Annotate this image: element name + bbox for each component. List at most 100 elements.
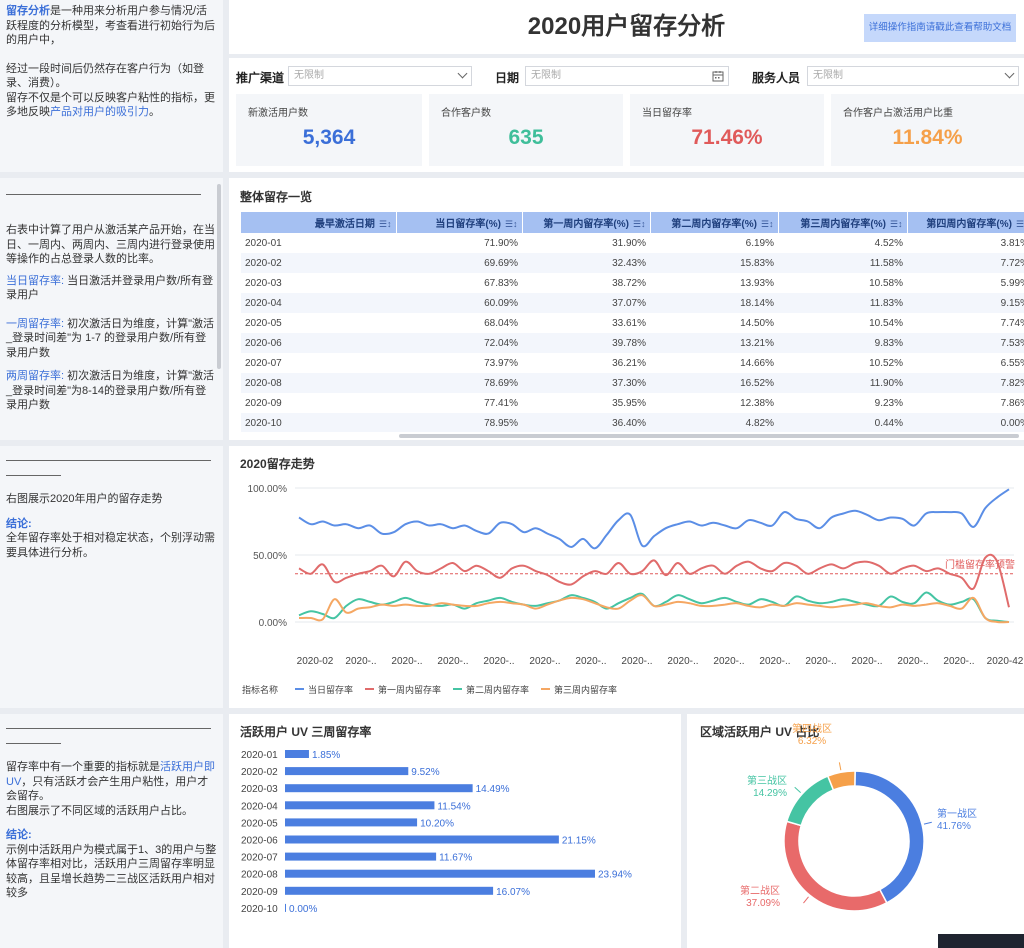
legend-item[interactable]: 第三周内留存率 (554, 684, 617, 695)
bar-value-label: 9.52% (411, 767, 439, 778)
bar-value-label: 11.54% (437, 801, 470, 812)
retention-table-viewport[interactable]: 最早激活日期 ☰↕ 当日留存率(%) ☰↕ 第一周内留存率(%) ☰↕ 第二周内留存率(%)… (241, 212, 1024, 432)
sort-icon[interactable]: ☰↕ (1016, 219, 1024, 230)
bar-category-label: 2020-03 (241, 784, 278, 795)
intro-panel: 留存分析是一种用来分析用户参与情况/活跃程度的分析模型，考查看进行初始行为后的用… (0, 0, 223, 172)
series-line-0[interactable] (298, 488, 1010, 550)
table-cell: 9.83% (778, 333, 907, 353)
column-header[interactable]: 第四周内留存率(%)☰↕ (907, 212, 1024, 233)
bar-category-label: 2020-06 (241, 836, 278, 847)
series-line-1[interactable] (298, 553, 1010, 608)
bar[interactable] (285, 784, 473, 793)
divider (6, 194, 201, 195)
uv-desc-text-2: 右图展示了不同区域的活跃用户占比。 (6, 804, 193, 817)
table-cell: 38.72% (612, 277, 646, 289)
series-line-2[interactable] (298, 591, 1010, 623)
intro-term: 留存分析 (6, 5, 50, 17)
staff-select[interactable]: 无限制 (807, 66, 1019, 86)
x-tick-label: 2020-.. (483, 656, 514, 667)
column-header[interactable]: 第二周内留存率(%) ☰↕ (650, 212, 779, 233)
sort-icon[interactable]: ☰↕ (505, 219, 518, 230)
pie-slice[interactable] (783, 820, 888, 912)
column-header[interactable]: 当日留存率(%) ☰↕ (396, 212, 523, 233)
table-row: 2020-0878.69%37.30%16.52%11.90%7.82% (241, 373, 1024, 393)
x-tick-label: 2020-.. (345, 656, 376, 667)
table-cell: 2020-06 (241, 333, 396, 353)
table-row: 2020-1078.95%36.40%4.82%0.44%0.00% (241, 413, 1024, 432)
kpi-value: 5,364 (302, 126, 356, 149)
table-cell: 10.52% (869, 357, 903, 369)
x-tick-label: 2020-.. (759, 656, 790, 667)
leader-line (794, 786, 801, 794)
date-picker[interactable]: 无限制 (525, 66, 729, 86)
region-pie-card: 区域活跃用户 UV 占比 第一战区 41.76% 第二战区 37.09% 第三战区 14.… (687, 714, 1024, 948)
ime-toolbar[interactable] (938, 934, 1024, 948)
table-cell: 0.00% (907, 413, 1024, 432)
kpi-value: 11.84% (892, 126, 963, 149)
kpi-same-day-retention: 当日留存率 71.46% (630, 94, 824, 166)
table-cell: 2020-03 (245, 277, 282, 289)
channel-select[interactable]: 无限制 (288, 66, 472, 86)
table-cell: 78.69% (396, 373, 522, 393)
help-doc-button[interactable]: 详细操作指南请戳此查看帮助文档 (864, 14, 1016, 42)
table-body: 2020-0171.90%31.90%6.19%4.52%3.81%2020-0… (241, 233, 1024, 432)
bar[interactable] (285, 750, 309, 758)
sort-icon[interactable]: ☰↕ (379, 219, 392, 230)
table-cell: 2020-02 (241, 253, 396, 273)
bar[interactable] (285, 818, 418, 827)
sort-icon[interactable]: ☰↕ (633, 219, 646, 230)
table-desc-text: 右表中计算了用户从激活某产品开始，在当日、一周内、两周内、三周内进行登录使用等操… (6, 224, 215, 265)
table-cell: 37.30% (522, 373, 650, 393)
bar-value-label: 23.94% (598, 870, 632, 881)
kpi-value: 635 (508, 126, 544, 149)
intro-text: 留存分析是一种用来分析用户参与情况/活跃程度的分析模型，考查看进行初始行为后的用… (6, 5, 215, 46)
table-cell: 31.90% (612, 237, 646, 249)
legend-item[interactable]: 当日留存率 (308, 684, 353, 695)
column-header[interactable]: 最早激活日期 ☰↕ (241, 212, 397, 233)
table-cell: 7.72% (907, 253, 1024, 273)
legend-item[interactable]: 第一周内留存率 (378, 684, 441, 695)
pie-slice[interactable] (785, 775, 835, 827)
bar-value-label: 0.00% (289, 904, 317, 915)
table-cell: 9.15% (907, 293, 1024, 313)
slice-value-label: 6.32% (798, 736, 826, 747)
legend-item[interactable]: 第二周内留存率 (466, 684, 529, 695)
uv-conclusion-text: 示例中活跃用户为模式属于1、3的用户与整体留存率相对比，活跃用户三周留存率明显较… (6, 843, 217, 900)
series-line-3[interactable] (298, 594, 1010, 624)
date-label: 日期 (495, 71, 520, 85)
bar[interactable] (285, 801, 435, 810)
table-cell: 5.99% (1000, 277, 1024, 289)
channel-label: 推广渠道 (236, 71, 285, 85)
table-row: 2020-01 71.90% 31.90% 6.19% 4.52% 3.81% (241, 233, 1024, 253)
panel-scrollbar[interactable] (217, 184, 221, 369)
table-cell: 14.50% (740, 317, 774, 329)
sort-icon[interactable]: ☰↕ (890, 219, 903, 230)
pie-slice[interactable] (826, 770, 856, 791)
bar[interactable] (285, 852, 437, 861)
bar[interactable] (285, 767, 409, 776)
bar[interactable] (285, 886, 494, 895)
bar[interactable] (285, 903, 286, 912)
table-title: 整体留存一览 (240, 190, 313, 204)
sort-icon[interactable]: ☰↕ (761, 219, 774, 230)
table-horizontal-scrollbar[interactable] (399, 434, 1019, 438)
kpi-partner-ratio: 合作客户占激活用户比重 11.84% (831, 94, 1024, 166)
table-cell: 36.21% (612, 357, 646, 369)
bar-category-label: 2020-01 (241, 750, 278, 761)
region-pie-chart: 第一战区41.76% 第二战区37.09% 第三战区14.29% 第四战区6.32% (740, 722, 977, 912)
bar[interactable] (285, 869, 595, 878)
table-cell: 7.86% (1000, 397, 1024, 409)
column-header[interactable]: 第一周内留存率(%) ☰↕ (522, 212, 651, 233)
x-tick-label: 2020-.. (943, 656, 974, 667)
pie-slice[interactable] (854, 770, 925, 904)
x-tick-label: 2020-.. (851, 656, 882, 667)
table-cell: 73.97% (484, 357, 518, 369)
bar[interactable] (285, 835, 559, 844)
table-cell: 4.82% (650, 413, 778, 432)
def-same-day: 当日留存率: 当日激活并登录用户数/所有登录用户 (6, 274, 214, 302)
bar-category-label: 2020-10 (241, 904, 278, 915)
uv-bar-chart-card: 活跃用户 UV 三周留存率 2020-01 1.85% 2020-02 9.52% 20… (229, 714, 681, 948)
column-header[interactable]: 第三周内留存率(%) ☰↕ (778, 212, 908, 233)
table-cell: 2020-01 (245, 237, 282, 249)
table-cell: 32.43% (522, 253, 650, 273)
